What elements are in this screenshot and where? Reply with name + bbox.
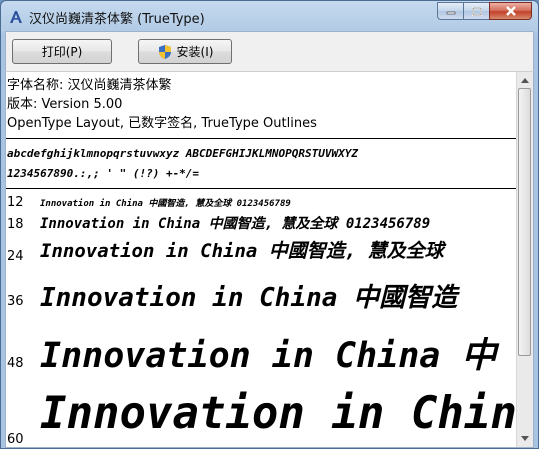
features-line: OpenType Layout, 已数字签名, TrueType Outline… (7, 116, 317, 131)
scroll-down-button[interactable] (518, 430, 532, 446)
sample-row-18: 18 Innovation in China 中國智造, 慧及全球 012345… (6, 212, 521, 236)
minimize-button[interactable] (437, 2, 463, 20)
font-info: 字体名称: 汉仪尚巍清茶体繁 版本: Version 5.00 OpenType… (7, 76, 317, 133)
close-icon (505, 6, 516, 16)
font-app-icon (10, 11, 22, 23)
size-label: 48 (7, 356, 24, 371)
install-label: 安装(I) (176, 45, 214, 59)
toolbar: 打印(P) 安装(I) (5, 31, 534, 71)
print-button[interactable]: 打印(P) (12, 39, 112, 64)
title-bar[interactable]: 汉仪尚巍清茶体繁 (TrueType) (1, 1, 538, 31)
size-label: 24 (7, 249, 24, 264)
font-name-line: 字体名称: 汉仪尚巍清茶体繁 (7, 78, 172, 93)
size-label: 36 (7, 294, 24, 309)
separator (6, 138, 521, 139)
minimize-icon (446, 11, 455, 15)
scroll-up-icon (521, 77, 529, 83)
install-button[interactable]: 安装(I) (138, 39, 232, 64)
sample-row-48: 48 Innovation in China 中 (6, 321, 521, 381)
sample-text: Innovation in China 中國智造, 慧及全球 (40, 240, 444, 262)
close-button[interactable] (489, 2, 532, 20)
size-label: 60 (7, 432, 24, 447)
charset-digits: 1234567890.:,; ' " (!?) +-*/= (7, 167, 200, 180)
font-viewer-window: 汉仪尚巍清茶体繁 (TrueType) 打印(P) 安装(I) 字体名称: 汉仪… (0, 0, 539, 449)
maximize-button[interactable] (463, 2, 489, 20)
sample-row-36: 36 Innovation in China 中國智造 (6, 271, 521, 321)
sample-row-24: 24 Innovation in China 中國智造, 慧及全球 (6, 235, 521, 271)
uac-shield-icon (158, 44, 171, 59)
sample-text: Innovation in China 中國智造, 慧及全球 012345678… (40, 199, 291, 209)
sample-text: Innovation in China 中國智造 (40, 283, 458, 313)
vertical-scrollbar[interactable] (516, 72, 533, 447)
maximize-icon (471, 6, 482, 16)
sample-row-60: 60 Innovation in China (6, 383, 521, 447)
sample-text: Innovation in China 中 (40, 336, 497, 376)
size-label: 12 (7, 195, 24, 210)
caption-buttons (437, 2, 532, 21)
sample-text: Innovation in China 中國智造, 慧及全球 012345678… (40, 216, 431, 232)
version-line: 版本: Version 5.00 (7, 97, 123, 112)
separator (6, 188, 521, 189)
sample-row-12: 12 Innovation in China 中國智造, 慧及全球 012345… (6, 192, 521, 212)
scroll-up-button[interactable] (518, 72, 532, 88)
sample-text: Innovation in China (40, 388, 521, 439)
charset-letters: abcdefghijklmnopqrstuvwxyz ABCDEFGHIJKLM… (7, 147, 358, 160)
scrollbar-thumb[interactable] (518, 88, 531, 356)
scroll-down-icon (521, 435, 529, 441)
window-title: 汉仪尚巍清茶体繁 (TrueType) (29, 12, 205, 27)
size-label: 18 (7, 217, 24, 232)
font-preview-pane: 字体名称: 汉仪尚巍清茶体繁 版本: Version 5.00 OpenType… (5, 71, 534, 448)
